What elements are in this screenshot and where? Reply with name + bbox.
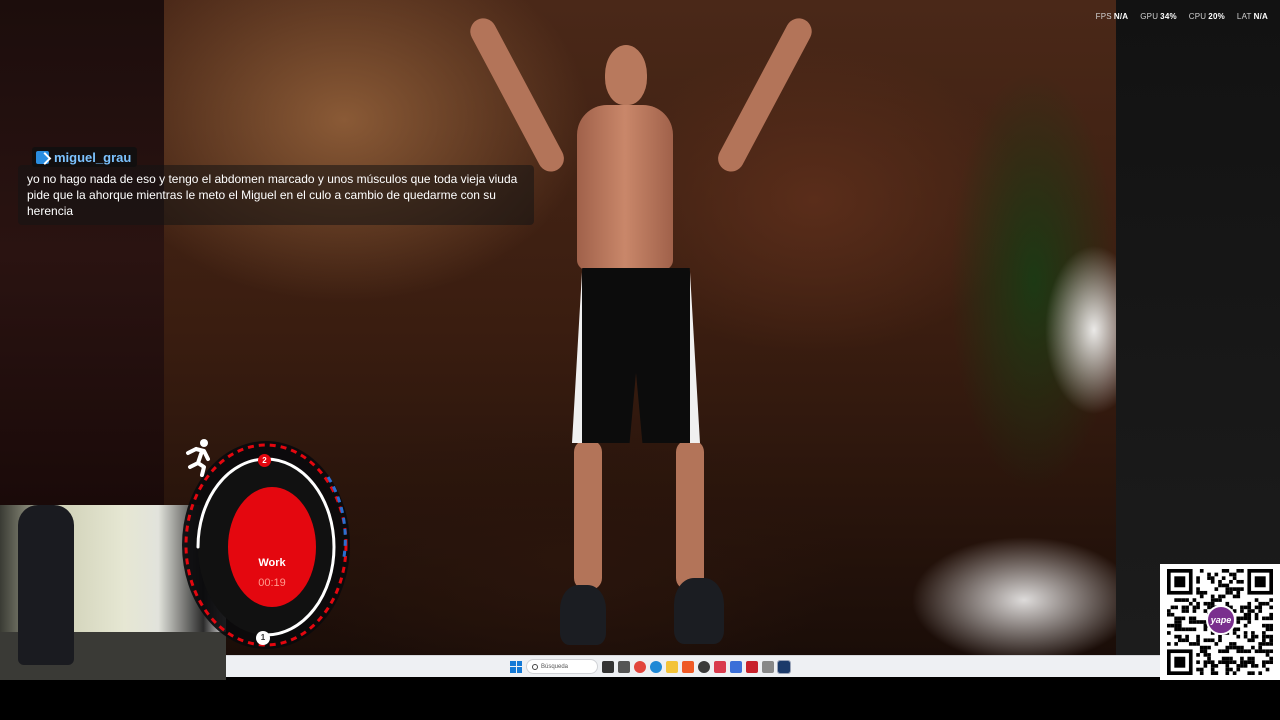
discord-icon[interactable] xyxy=(714,660,726,673)
windows-start-icon[interactable] xyxy=(510,660,522,673)
task-view-icon[interactable] xyxy=(602,660,614,673)
chat-username: miguel_grau xyxy=(54,149,132,165)
gpu-stat: GPU 34% xyxy=(1140,12,1177,21)
yape-logo-badge: yape xyxy=(1206,605,1236,635)
performance-overlay: FPS N/A GPU 34% CPU 20% LAT N/A xyxy=(1096,12,1268,21)
app-blue-icon[interactable] xyxy=(730,660,742,673)
chat-message-text: yo no hago nada de eso y tengo el abdome… xyxy=(27,172,518,218)
app-gray-icon[interactable] xyxy=(762,660,774,673)
chrome-icon[interactable] xyxy=(634,660,646,673)
round-counter-bottom: 1 xyxy=(256,631,270,645)
brave-icon[interactable] xyxy=(682,660,694,673)
cube-app-icon[interactable] xyxy=(618,660,630,673)
webcam-person xyxy=(18,505,74,665)
timer-time-readout: 00:19 xyxy=(258,577,286,589)
windows-taskbar: Búsqueda xyxy=(226,655,1160,677)
obs-icon[interactable] xyxy=(698,660,710,673)
search-icon xyxy=(532,663,538,670)
edge-icon[interactable] xyxy=(650,660,662,673)
timer-core xyxy=(228,487,316,607)
file-explorer-icon[interactable] xyxy=(666,660,678,673)
latency-stat: LAT N/A xyxy=(1236,12,1268,21)
app-red-icon[interactable] xyxy=(746,660,758,673)
running-person-icon xyxy=(186,439,210,477)
taskbar-search-box[interactable]: Búsqueda xyxy=(526,659,598,674)
workout-timer: 2 Work 00:19 1 xyxy=(178,437,354,651)
fps-stat: FPS N/A xyxy=(1095,12,1129,21)
round-counter-top: 2 xyxy=(258,454,271,467)
left-background-panel xyxy=(0,0,164,505)
subscriber-badge-icon xyxy=(36,150,49,164)
taskbar-search-placeholder: Búsqueda xyxy=(541,663,569,670)
bottom-letterbox xyxy=(0,680,1280,720)
chat-message-overlay: miguel_grau yo no hago nada de eso y ten… xyxy=(18,147,534,225)
right-background-panel xyxy=(1116,0,1280,655)
chat-username-tag: miguel_grau xyxy=(32,147,138,167)
yape-qr-code: yape xyxy=(1160,564,1280,680)
steam-icon[interactable] xyxy=(777,659,791,674)
cpu-stat: CPU 20% xyxy=(1188,12,1225,21)
timer-phase-label: Work xyxy=(258,557,286,569)
